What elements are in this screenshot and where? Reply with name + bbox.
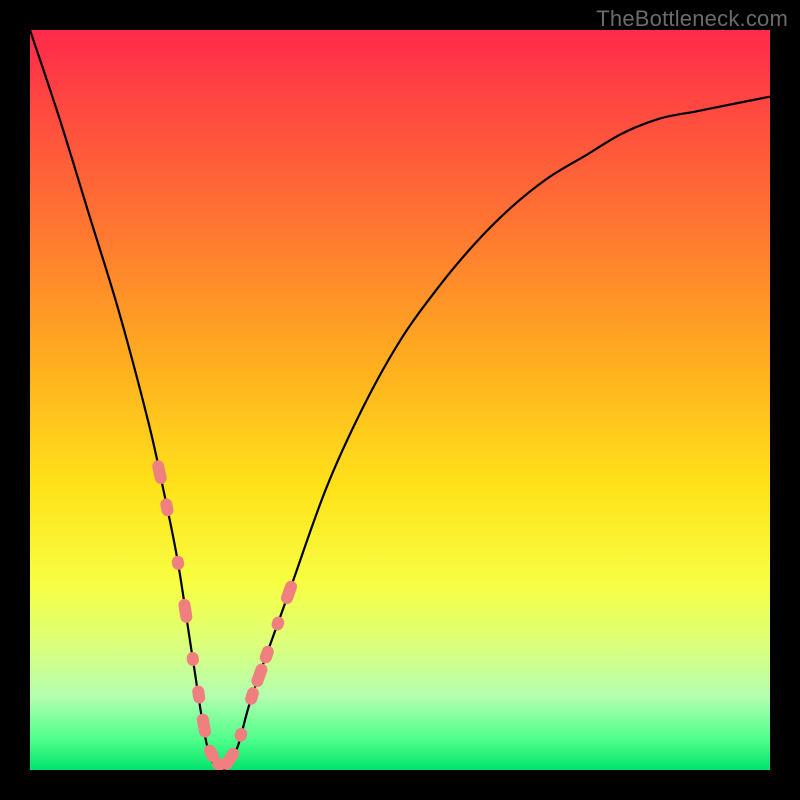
curve-marker (258, 644, 275, 665)
chart-frame: TheBottleneck.com (0, 0, 800, 800)
plot-area (30, 30, 770, 770)
marker-capsule (218, 746, 241, 770)
marker-capsule (178, 598, 194, 624)
plot-svg (30, 30, 770, 770)
curve-marker (279, 579, 298, 606)
marker-capsule (258, 644, 275, 665)
curve-marker (233, 726, 249, 743)
marker-capsule (186, 651, 200, 667)
marker-capsule (250, 662, 269, 689)
marker-capsule (270, 615, 286, 632)
curve-layer (30, 30, 770, 770)
marker-capsule (196, 713, 212, 739)
curve-marker (191, 685, 206, 705)
curve-marker (218, 746, 241, 770)
watermark-text: TheBottleneck.com (596, 6, 788, 32)
marker-layer (151, 459, 299, 770)
curve-marker (151, 459, 168, 485)
marker-capsule (233, 726, 249, 743)
curve-marker (244, 686, 261, 707)
curve-marker (270, 615, 286, 632)
marker-capsule (191, 685, 206, 705)
marker-capsule (279, 579, 298, 606)
curve-marker (196, 713, 212, 739)
bottleneck-curve (30, 30, 770, 770)
marker-capsule (151, 459, 168, 485)
marker-capsule (244, 686, 261, 707)
marker-capsule (171, 555, 185, 571)
curve-marker (178, 598, 194, 624)
curve-marker (171, 555, 185, 571)
marker-capsule (159, 497, 174, 517)
curve-marker (250, 662, 269, 689)
curve-marker (159, 497, 174, 517)
curve-marker (186, 651, 200, 667)
